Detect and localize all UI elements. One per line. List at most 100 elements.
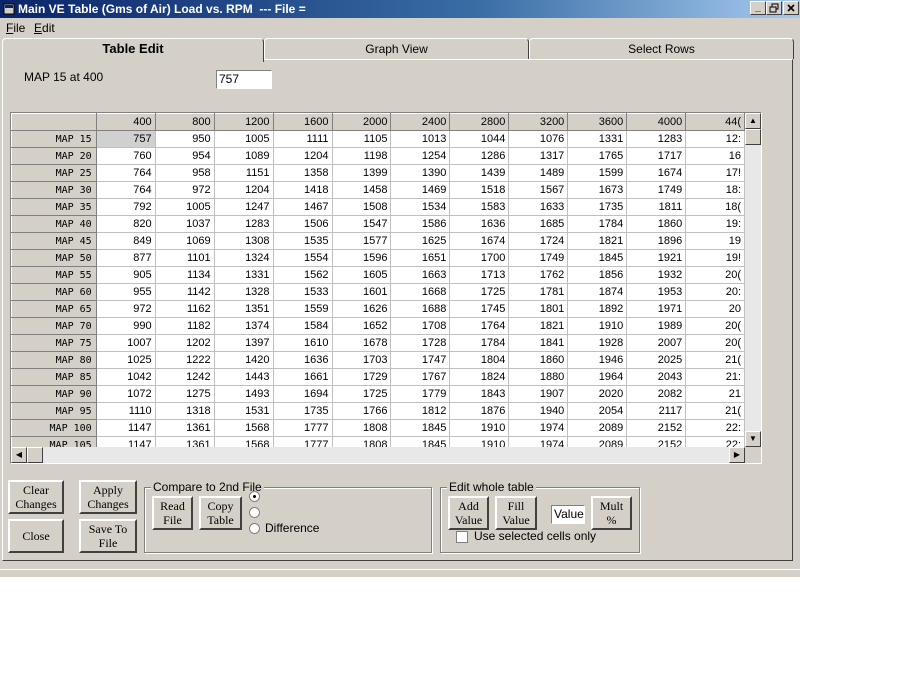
table-cell[interactable]: 12: (685, 130, 745, 148)
table-cell[interactable]: 1673 (567, 181, 628, 199)
table-cell[interactable]: 1633 (508, 198, 569, 216)
table-cell[interactable]: 1964 (567, 368, 628, 386)
table-cell[interactable]: 18: (685, 181, 745, 199)
map-row-header[interactable]: MAP 100 (11, 419, 97, 437)
table-cell[interactable]: 1910 (567, 317, 628, 335)
table-cell[interactable]: 1910 (449, 436, 510, 447)
table-cell[interactable]: 1821 (508, 317, 569, 335)
table-cell[interactable]: 1971 (626, 300, 687, 318)
table-cell[interactable]: 1583 (449, 198, 510, 216)
table-cell[interactable]: 1567 (508, 181, 569, 199)
table-cell[interactable]: 1651 (390, 249, 451, 267)
table-cell[interactable]: 1493 (213, 385, 274, 403)
table-cell[interactable]: 1610 (272, 334, 333, 352)
map-row-header[interactable]: MAP 25 (11, 164, 97, 182)
map-row-header[interactable]: MAP 75 (11, 334, 97, 352)
table-cell[interactable]: 1932 (626, 266, 687, 284)
table-cell[interactable]: 1974 (508, 419, 569, 437)
table-cell[interactable]: 1663 (390, 266, 451, 284)
table-cell[interactable]: 1843 (449, 385, 510, 403)
table-cell[interactable]: 1845 (390, 419, 451, 437)
table-cell[interactable]: 1458 (331, 181, 392, 199)
table-cell[interactable]: 1042 (95, 368, 156, 386)
scroll-down-button[interactable]: ▼ (745, 431, 761, 447)
table-cell[interactable]: 1439 (449, 164, 510, 182)
table-cell[interactable]: 1577 (331, 232, 392, 250)
table-cell[interactable]: 764 (95, 164, 156, 182)
table-cell[interactable]: 1204 (272, 147, 333, 165)
map-row-header[interactable]: MAP 15 (11, 130, 97, 148)
table-cell[interactable]: 20: (685, 283, 745, 301)
table-cell[interactable]: 20 (685, 300, 745, 318)
table-cell[interactable]: 1025 (95, 351, 156, 369)
table-cell[interactable]: 1777 (272, 436, 333, 447)
rpm-column-header[interactable]: 3200 (508, 113, 569, 131)
table-cell[interactable]: 1674 (626, 164, 687, 182)
table-cell[interactable]: 2054 (567, 402, 628, 420)
table-cell[interactable]: 1781 (508, 283, 569, 301)
table-cell[interactable]: 1247 (213, 198, 274, 216)
table-cell[interactable]: 1110 (95, 402, 156, 420)
table-cell[interactable]: 1508 (331, 198, 392, 216)
rpm-column-header[interactable]: 3600 (567, 113, 628, 131)
table-cell[interactable]: 958 (154, 164, 215, 182)
table-cell[interactable]: 1361 (154, 436, 215, 447)
table-cell[interactable]: 1946 (567, 351, 628, 369)
difference-radio[interactable] (249, 523, 260, 534)
scroll-left-button[interactable]: ◀ (11, 447, 27, 463)
menu-edit[interactable]: Edit (34, 21, 55, 35)
table-cell[interactable]: 1331 (567, 130, 628, 148)
table-cell[interactable]: 1584 (272, 317, 333, 335)
close-window-button[interactable] (783, 1, 799, 15)
table-cell[interactable]: 1678 (331, 334, 392, 352)
table-cell[interactable]: 2082 (626, 385, 687, 403)
table-cell[interactable]: 1142 (154, 283, 215, 301)
table-cell[interactable]: 1762 (508, 266, 569, 284)
table-cell[interactable]: 1824 (449, 368, 510, 386)
map-row-header[interactable]: MAP 85 (11, 368, 97, 386)
compare-radio-1[interactable] (249, 491, 260, 502)
table-cell[interactable]: 1351 (213, 300, 274, 318)
scroll-right-button[interactable]: ▶ (729, 447, 745, 463)
table-cell[interactable]: 1808 (331, 419, 392, 437)
table-cell[interactable]: 1636 (449, 215, 510, 233)
table-cell[interactable]: 1652 (331, 317, 392, 335)
rpm-column-header[interactable]: 800 (154, 113, 215, 131)
table-cell[interactable]: 1735 (272, 402, 333, 420)
table-cell[interactable]: 1361 (154, 419, 215, 437)
table-cell[interactable]: 1317 (508, 147, 569, 165)
map-row-header[interactable]: MAP 45 (11, 232, 97, 250)
table-cell[interactable]: 1725 (331, 385, 392, 403)
table-cell[interactable]: 1535 (272, 232, 333, 250)
grid-viewport[interactable]: 400 800 1200 1600 2000 2400 2800 3200 3600 4000 44… (11, 113, 745, 447)
table-cell[interactable]: 2089 (567, 436, 628, 447)
table-cell[interactable]: 1811 (626, 198, 687, 216)
table-cell[interactable]: 1808 (331, 436, 392, 447)
map-row-header[interactable]: MAP 50 (11, 249, 97, 267)
table-cell[interactable]: 22: (685, 419, 745, 437)
table-cell[interactable]: 1749 (508, 249, 569, 267)
table-cell[interactable]: 1685 (508, 215, 569, 233)
table-cell[interactable]: 1568 (213, 419, 274, 437)
table-cell[interactable]: 1418 (272, 181, 333, 199)
tab-graph-view[interactable]: Graph View (264, 38, 529, 59)
map-row-header[interactable]: MAP 90 (11, 385, 97, 403)
table-cell[interactable]: 19 (685, 232, 745, 250)
table-cell[interactable]: 21( (685, 351, 745, 369)
table-cell[interactable]: 1717 (626, 147, 687, 165)
table-cell[interactable]: 19! (685, 249, 745, 267)
table-cell[interactable]: 1596 (331, 249, 392, 267)
table-cell[interactable]: 1974 (508, 436, 569, 447)
table-cell[interactable]: 1599 (567, 164, 628, 182)
rpm-column-header[interactable]: 1200 (213, 113, 274, 131)
compare-radio-2[interactable] (249, 507, 260, 518)
table-cell[interactable]: 1784 (567, 215, 628, 233)
table-cell[interactable]: 792 (95, 198, 156, 216)
value-input[interactable]: Value (551, 505, 585, 524)
table-cell[interactable]: 1105 (331, 130, 392, 148)
table-cell[interactable]: 20( (685, 334, 745, 352)
table-cell[interactable]: 1845 (390, 436, 451, 447)
rpm-column-header[interactable]: 2400 (390, 113, 451, 131)
table-cell[interactable]: 1286 (449, 147, 510, 165)
table-cell[interactable]: 1766 (331, 402, 392, 420)
